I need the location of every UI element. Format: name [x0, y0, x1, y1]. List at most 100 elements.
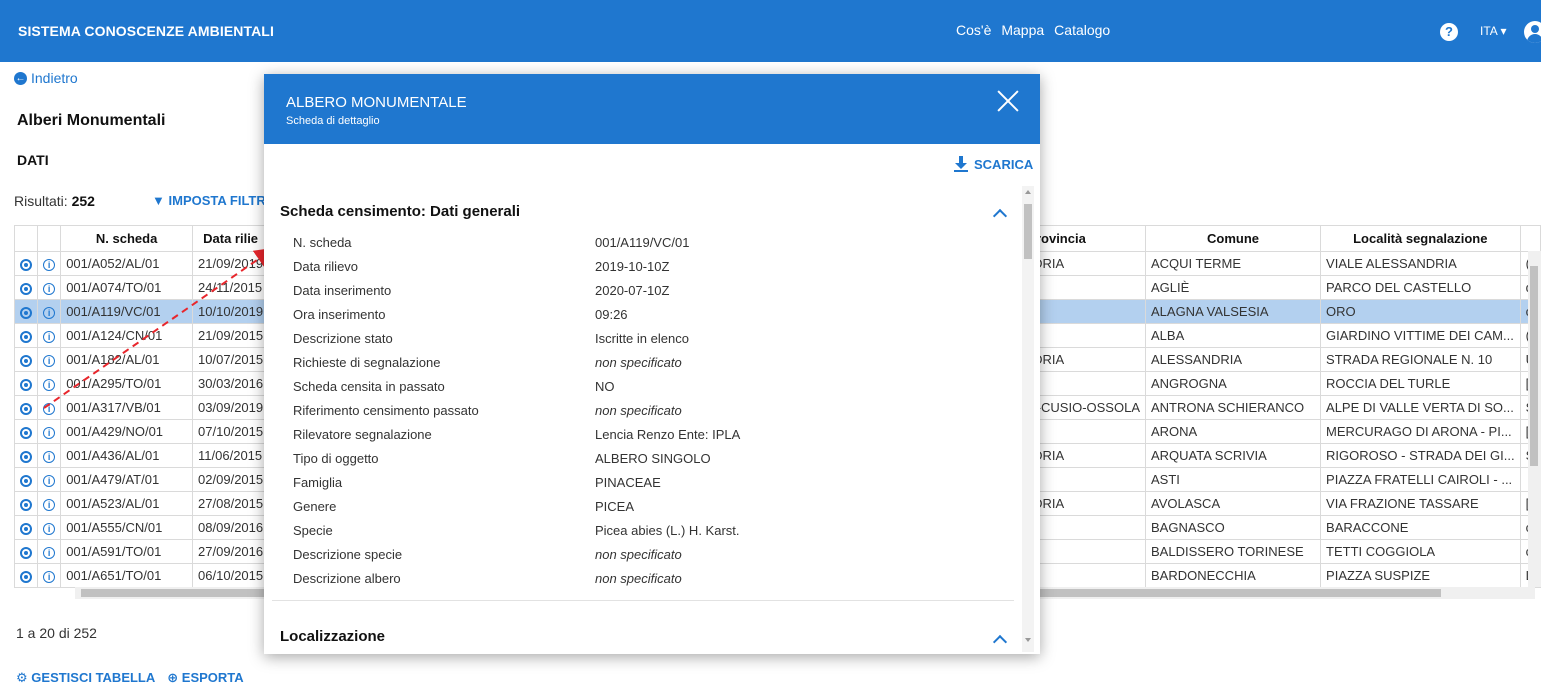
- table-actions: ⚙ GESTISCI TABELLA ⊕ ESPORTA: [16, 670, 244, 686]
- locate-cell: [14, 299, 39, 324]
- cell-localita: PARCO DEL CASTELLO: [1320, 275, 1521, 300]
- locate-icon[interactable]: [20, 522, 33, 535]
- detail-field-value: Picea abies (L.) H. Karst.: [595, 523, 740, 538]
- locate-cell: [14, 371, 39, 396]
- modal-body: Scheda censimento: Dati generali N. sche…: [264, 186, 1020, 652]
- locate-icon[interactable]: [20, 282, 33, 295]
- top-navbar: SISTEMA CONOSCENZE AMBIENTALI Cos'è Mapp…: [0, 0, 1541, 62]
- info-icon[interactable]: i: [43, 378, 56, 391]
- modal-header: ALBERO MONUMENTALE Scheda di dettaglio: [264, 74, 1040, 144]
- info-icon[interactable]: i: [43, 306, 56, 319]
- info-icon[interactable]: i: [43, 570, 56, 583]
- locate-icon[interactable]: [20, 426, 33, 439]
- back-label: Indietro: [31, 70, 78, 86]
- info-icon[interactable]: i: [43, 474, 56, 487]
- detail-field-value: NO: [595, 379, 615, 394]
- cell-n-scheda: 001/A052/AL/01: [60, 251, 194, 276]
- cell-comune: ANGROGNA: [1144, 371, 1322, 396]
- detail-modal: ALBERO MONUMENTALE Scheda di dettaglio S…: [264, 74, 1040, 654]
- cell-comune: ASTI: [1144, 467, 1322, 492]
- locate-icon[interactable]: [20, 258, 33, 271]
- nav-catalogo[interactable]: Catalogo: [1054, 22, 1110, 38]
- col-data-rilievo[interactable]: Data rilie: [192, 225, 270, 252]
- chevron-up-icon[interactable]: [992, 634, 1008, 650]
- detail-field-value: non specificato: [595, 547, 682, 562]
- info-icon[interactable]: i: [43, 546, 56, 559]
- detail-field-key: Famiglia: [293, 475, 343, 490]
- col-n-scheda[interactable]: N. scheda: [60, 225, 194, 252]
- col-extra: [1519, 225, 1541, 252]
- info-cell: i: [37, 299, 62, 324]
- col-localita[interactable]: Località segnalazione: [1320, 225, 1521, 252]
- info-icon[interactable]: i: [43, 282, 56, 295]
- info-icon[interactable]: i: [43, 402, 56, 415]
- locate-icon[interactable]: [20, 330, 33, 343]
- detail-field-key: Data rilievo: [293, 259, 359, 274]
- cell-n-scheda: 001/A317/VB/01: [60, 395, 194, 420]
- locate-icon[interactable]: [20, 450, 33, 463]
- filter-button[interactable]: ▼ IMPOSTA FILTRI: [152, 193, 269, 208]
- col-locate: [14, 225, 39, 252]
- cell-localita: ROCCIA DEL TURLE: [1320, 371, 1521, 396]
- chevron-up-icon[interactable]: [992, 208, 1008, 224]
- info-icon[interactable]: i: [43, 426, 56, 439]
- locate-icon[interactable]: [20, 354, 33, 367]
- export-button[interactable]: ⊕ ESPORTA: [167, 670, 243, 686]
- cell-n-scheda: 001/A119/VC/01: [60, 299, 194, 324]
- locate-cell: [14, 323, 39, 348]
- help-icon[interactable]: ?: [1440, 23, 1458, 41]
- cell-data-rilievo: 08/09/2016: [192, 515, 270, 540]
- detail-field-key: Descrizione specie: [293, 547, 403, 562]
- detail-field-value: 09:26: [595, 307, 628, 322]
- language-dropdown[interactable]: ITA ▾: [1480, 24, 1506, 38]
- locate-icon[interactable]: [20, 474, 33, 487]
- cell-comune: ALAGNA VALSESIA: [1144, 299, 1322, 324]
- user-icon[interactable]: [1524, 21, 1541, 43]
- cell-n-scheda: 001/A479/AT/01: [60, 467, 194, 492]
- table-vertical-scrollbar[interactable]: [1528, 251, 1541, 587]
- export-icon: ⊕: [167, 670, 179, 685]
- info-icon[interactable]: i: [43, 450, 56, 463]
- locate-icon[interactable]: [20, 402, 33, 415]
- locate-cell: [14, 347, 39, 372]
- info-icon[interactable]: i: [43, 258, 56, 271]
- col-comune[interactable]: Comune: [1144, 225, 1322, 252]
- cell-data-rilievo: 27/09/2016: [192, 539, 270, 564]
- locate-icon[interactable]: [20, 498, 33, 511]
- modal-scrollbar[interactable]: [1022, 186, 1034, 652]
- detail-field-key: Scheda censita in passato: [293, 379, 445, 394]
- nav-mappa[interactable]: Mappa: [1001, 22, 1044, 38]
- info-cell: i: [37, 371, 62, 396]
- manage-table-button[interactable]: ⚙ GESTISCI TABELLA: [16, 670, 155, 686]
- info-icon[interactable]: i: [43, 354, 56, 367]
- cell-comune: ALESSANDRIA: [1144, 347, 1322, 372]
- col-info: [37, 225, 62, 252]
- cell-localita: BARACCONE: [1320, 515, 1521, 540]
- download-button[interactable]: SCARICA: [954, 156, 1033, 172]
- nav-cose[interactable]: Cos'è: [956, 22, 991, 38]
- brand-title[interactable]: SISTEMA CONOSCENZE AMBIENTALI: [18, 23, 274, 39]
- locate-cell: [14, 467, 39, 492]
- section-general-title[interactable]: Scheda censimento: Dati generali: [280, 203, 520, 220]
- info-icon[interactable]: i: [43, 498, 56, 511]
- locate-icon[interactable]: [20, 306, 33, 319]
- section-divider: [272, 600, 1014, 601]
- locate-icon[interactable]: [20, 378, 33, 391]
- locate-icon[interactable]: [20, 570, 33, 583]
- info-icon[interactable]: i: [43, 522, 56, 535]
- filter-label: IMPOSTA FILTRI: [168, 193, 270, 208]
- detail-field-key: Descrizione albero: [293, 571, 401, 586]
- detail-field-value: ALBERO SINGOLO: [595, 451, 711, 466]
- cell-comune: BAGNASCO: [1144, 515, 1322, 540]
- detail-field-value: Iscritte in elenco: [595, 331, 689, 346]
- info-icon[interactable]: i: [43, 330, 56, 343]
- cell-data-rilievo: 21/09/2015: [192, 323, 270, 348]
- back-link[interactable]: ← Indietro: [14, 70, 78, 86]
- cell-data-rilievo: 30/03/2016: [192, 371, 270, 396]
- cell-data-rilievo: 21/09/2019: [192, 251, 270, 276]
- section-location-title[interactable]: Localizzazione: [280, 628, 385, 645]
- cell-comune: ALBA: [1144, 323, 1322, 348]
- close-icon[interactable]: [996, 89, 1020, 113]
- locate-icon[interactable]: [20, 546, 33, 559]
- page-title: Alberi Monumentali: [17, 112, 166, 129]
